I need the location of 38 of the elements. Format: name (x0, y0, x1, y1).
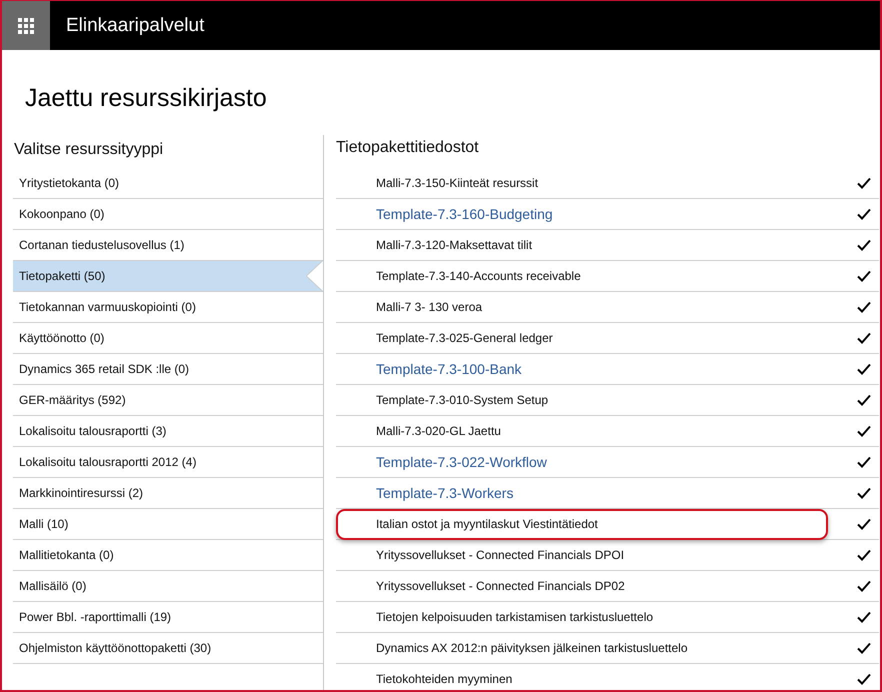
files-heading: Tietopakettitiedostot (336, 138, 479, 158)
file-name: Tietojen kelpoisuuden tarkistamisen tarkistusluettelo (376, 610, 654, 624)
resource-type-item[interactable]: Käyttöönotto (0) (13, 323, 323, 354)
file-name: Template-7.3-025-General ledger (376, 331, 553, 345)
resource-type-item[interactable]: Lokalisoitu talousraportti 2012 (4) (13, 447, 323, 478)
file-link[interactable]: Template-7.3-160-Budgeting (376, 206, 553, 222)
resource-type-item[interactable]: GER-määritys (592) (13, 385, 323, 416)
file-name: Tietokohteiden myyminen (376, 672, 512, 686)
file-name: Malli-7.3-020-GL Jaettu (376, 424, 501, 438)
resource-type-item[interactable]: Lokalisoitu talousraportti (3) (13, 416, 323, 447)
file-name: Template-7.3-140-Accounts receivable (376, 269, 581, 283)
resource-type-item[interactable]: Power Bbl. -raporttimalli (19) (13, 602, 323, 633)
file-name: Italian ostot ja myyntilaskut Viestintätiedot (376, 517, 598, 531)
resource-type-item[interactable]: Kokoonpano (0) (13, 199, 323, 230)
resource-type-item[interactable]: Mallitietokanta (0) (13, 540, 323, 571)
resource-type-item[interactable]: Yritystietokanta (0) (13, 168, 323, 199)
file-link[interactable]: Template-7.3-100-Bank (376, 361, 522, 377)
resource-type-item[interactable]: Markkinointiresurssi (2) (13, 478, 323, 509)
file-name: Malli-7.3-120-Maksettavat tilit (376, 238, 532, 252)
file-name: Malli-7.3-150-Kiinteät resurssit (376, 176, 538, 190)
resource-type-item[interactable]: Mallisäilö (0) (13, 571, 323, 602)
resource-type-item[interactable]: Dynamics 365 retail SDK :lle (0) (13, 354, 323, 385)
app-launcher-button[interactable] (2, 1, 50, 50)
resource-type-heading: Valitse resurssityyppi (14, 140, 164, 160)
file-name: Yrityssovellukset - Connected Financials DP02 (376, 579, 625, 593)
file-link[interactable]: Template-7.3-022-Workflow (376, 454, 547, 470)
resource-type-item[interactable]: Ohjelmiston käyttöönottopaketti (30) (13, 633, 323, 664)
file-name: Template-7.3-010-System Setup (376, 393, 548, 407)
page-title: Jaettu resurssikirjasto (25, 83, 267, 113)
file-link[interactable]: Template-7.3-Workers (376, 485, 514, 501)
file-name: Yrityssovellukset - Connected Financials DPOI (376, 548, 624, 562)
file-name: Malli-7 3- 130 veroa (376, 300, 482, 314)
resource-type-item[interactable]: Malli (10) (13, 509, 323, 540)
resource-type-item[interactable]: Tietopaketti (50) (13, 261, 323, 292)
waffle-icon (18, 18, 34, 34)
app-title: Elinkaaripalvelut (66, 14, 204, 38)
file-name: Dynamics AX 2012:n päivityksen jälkeinen tarkistusluettelo (376, 641, 688, 655)
resource-type-item[interactable]: Tietokannan varmuuskopiointi (0) (13, 292, 323, 323)
